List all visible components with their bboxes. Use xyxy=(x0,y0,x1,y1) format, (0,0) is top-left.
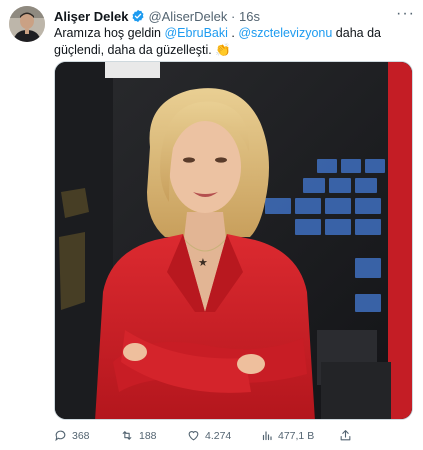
tweet-photo[interactable]: ★ xyxy=(54,61,413,420)
tweet-header: Alişer Delek @AliserDelek · 16s xyxy=(54,8,413,26)
tweet[interactable]: Alişer Delek @AliserDelek · 16s ··· Aramı… xyxy=(0,0,423,450)
tweet-time[interactable]: 16s xyxy=(239,9,260,24)
reply-icon xyxy=(54,430,72,442)
clapping-emoji: 👏 xyxy=(215,43,231,57)
like-button[interactable]: 4.274 xyxy=(187,427,231,445)
verified-badge-icon xyxy=(131,9,145,23)
share-icon xyxy=(339,430,357,442)
more-icon[interactable]: ··· xyxy=(396,5,415,23)
reply-button[interactable]: 368 xyxy=(54,427,90,445)
author-name[interactable]: Alişer Delek xyxy=(54,9,128,24)
retweet-icon xyxy=(120,430,139,442)
reply-count: 368 xyxy=(72,430,90,442)
separator-dot: · xyxy=(231,9,236,24)
views-icon xyxy=(261,430,278,442)
tweet-text-part: Aramıza hoş geldin xyxy=(54,26,165,40)
mention-link[interactable]: @EbruBaki xyxy=(164,26,227,40)
retweet-count: 188 xyxy=(139,430,157,442)
svg-text:★: ★ xyxy=(198,256,208,269)
share-button[interactable] xyxy=(339,427,357,445)
mention-link[interactable]: @szctelevizyonu xyxy=(238,26,332,40)
views-button[interactable]: 477,1 B xyxy=(261,427,314,445)
action-bar: 368 188 4.274 477,1 B xyxy=(54,427,413,445)
avatar[interactable] xyxy=(9,6,45,42)
author-handle[interactable]: @AliserDelek xyxy=(148,9,227,24)
tweet-text: Aramıza hoş geldin @EbruBaki . @szctelev… xyxy=(54,25,409,59)
views-count: 477,1 B xyxy=(278,430,315,442)
tweet-text-part: . xyxy=(227,26,239,40)
like-icon xyxy=(187,430,205,442)
retweet-button[interactable]: 188 xyxy=(120,427,157,445)
like-count: 4.274 xyxy=(205,430,232,442)
